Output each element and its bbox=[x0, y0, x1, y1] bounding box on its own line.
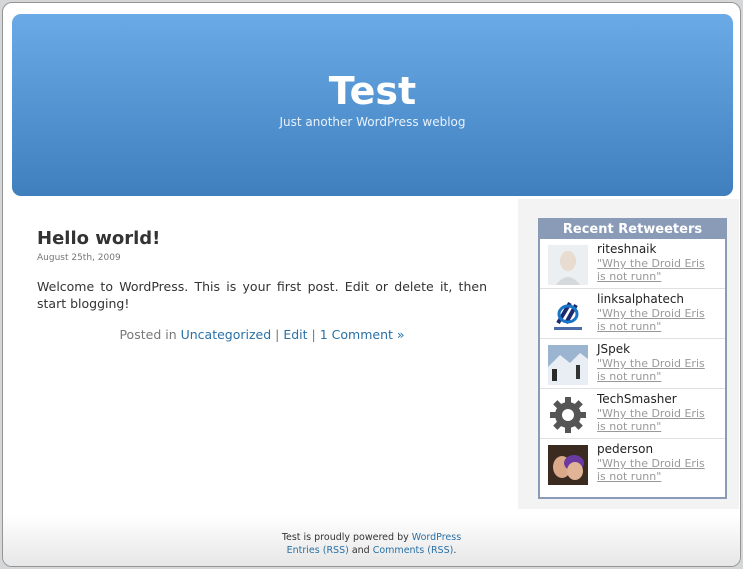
footer: Test is proudly powered by WordPress Ent… bbox=[3, 515, 740, 566]
blog-title[interactable]: Test bbox=[12, 69, 733, 113]
post-title[interactable]: Hello world! bbox=[37, 228, 487, 249]
blog-header: Test Just another WordPress weblog bbox=[12, 14, 733, 196]
snow-scene-avatar[interactable] bbox=[548, 345, 588, 385]
retweeter-item: TechSmasher "Why the Droid Eris is not r… bbox=[540, 389, 725, 439]
retweeter-item: JSpek "Why the Droid Eris is not runn" bbox=[540, 339, 725, 389]
retweeter-name[interactable]: JSpek bbox=[597, 342, 630, 356]
retweeter-name[interactable]: TechSmasher bbox=[597, 392, 677, 406]
retweeter-item: linksalphatech "Why the Droid Eris is no… bbox=[540, 289, 725, 339]
retweet-link[interactable]: "Why the Droid Eris is not runn" bbox=[597, 257, 717, 283]
page-wrapper: Test Just another WordPress weblog Hello… bbox=[2, 2, 741, 567]
entries-rss-link[interactable]: Entries (RSS) bbox=[287, 545, 349, 556]
retweet-link[interactable]: "Why the Droid Eris is not runn" bbox=[597, 307, 717, 333]
posted-in-label: Posted in bbox=[119, 327, 181, 342]
links-logo-avatar[interactable] bbox=[548, 295, 588, 335]
blog-description: Just another WordPress weblog bbox=[279, 115, 466, 129]
widget-title: Recent Retweeters bbox=[540, 220, 725, 239]
sidebar: Recent Retweeters riteshnaik "Why the Dr… bbox=[518, 199, 739, 509]
retweet-link[interactable]: "Why the Droid Eris is not runn" bbox=[597, 457, 717, 483]
retweeter-item: pederson "Why the Droid Eris is not runn… bbox=[540, 439, 725, 489]
footer-period: . bbox=[453, 545, 457, 556]
retweeter-item: riteshnaik "Why the Droid Eris is not ru… bbox=[540, 239, 725, 289]
retweeter-name[interactable]: pederson bbox=[597, 442, 653, 456]
post-body: Welcome to WordPress. This is your first… bbox=[37, 279, 487, 311]
retweeter-name[interactable]: riteshnaik bbox=[597, 242, 656, 256]
recent-retweeters-widget: Recent Retweeters riteshnaik "Why the Dr… bbox=[538, 218, 727, 499]
category-link[interactable]: Uncategorized bbox=[181, 327, 272, 342]
footer-text: Test is proudly powered by bbox=[281, 532, 412, 543]
meta-separator: | bbox=[307, 327, 320, 342]
couple-photo-avatar[interactable] bbox=[548, 445, 588, 485]
footer-and: and bbox=[348, 545, 373, 556]
retweet-link[interactable]: "Why the Droid Eris is not runn" bbox=[597, 407, 717, 433]
comments-link[interactable]: 1 Comment » bbox=[320, 327, 405, 342]
wordpress-link[interactable]: WordPress bbox=[412, 532, 461, 543]
retweet-link[interactable]: "Why the Droid Eris is not runn" bbox=[597, 357, 717, 383]
gear-avatar[interactable] bbox=[548, 395, 588, 435]
edit-link[interactable]: Edit bbox=[283, 327, 307, 342]
comments-rss-link[interactable]: Comments (RSS) bbox=[373, 545, 454, 556]
retweeter-name[interactable]: linksalphatech bbox=[597, 292, 684, 306]
post-date: August 25th, 2009 bbox=[37, 253, 121, 263]
post-content: Hello world! August 25th, 2009 Welcome t… bbox=[37, 228, 487, 342]
meta-separator: | bbox=[271, 327, 284, 342]
post-meta: Posted in Uncategorized | Edit | 1 Comme… bbox=[37, 327, 487, 342]
person-avatar[interactable] bbox=[548, 245, 588, 285]
